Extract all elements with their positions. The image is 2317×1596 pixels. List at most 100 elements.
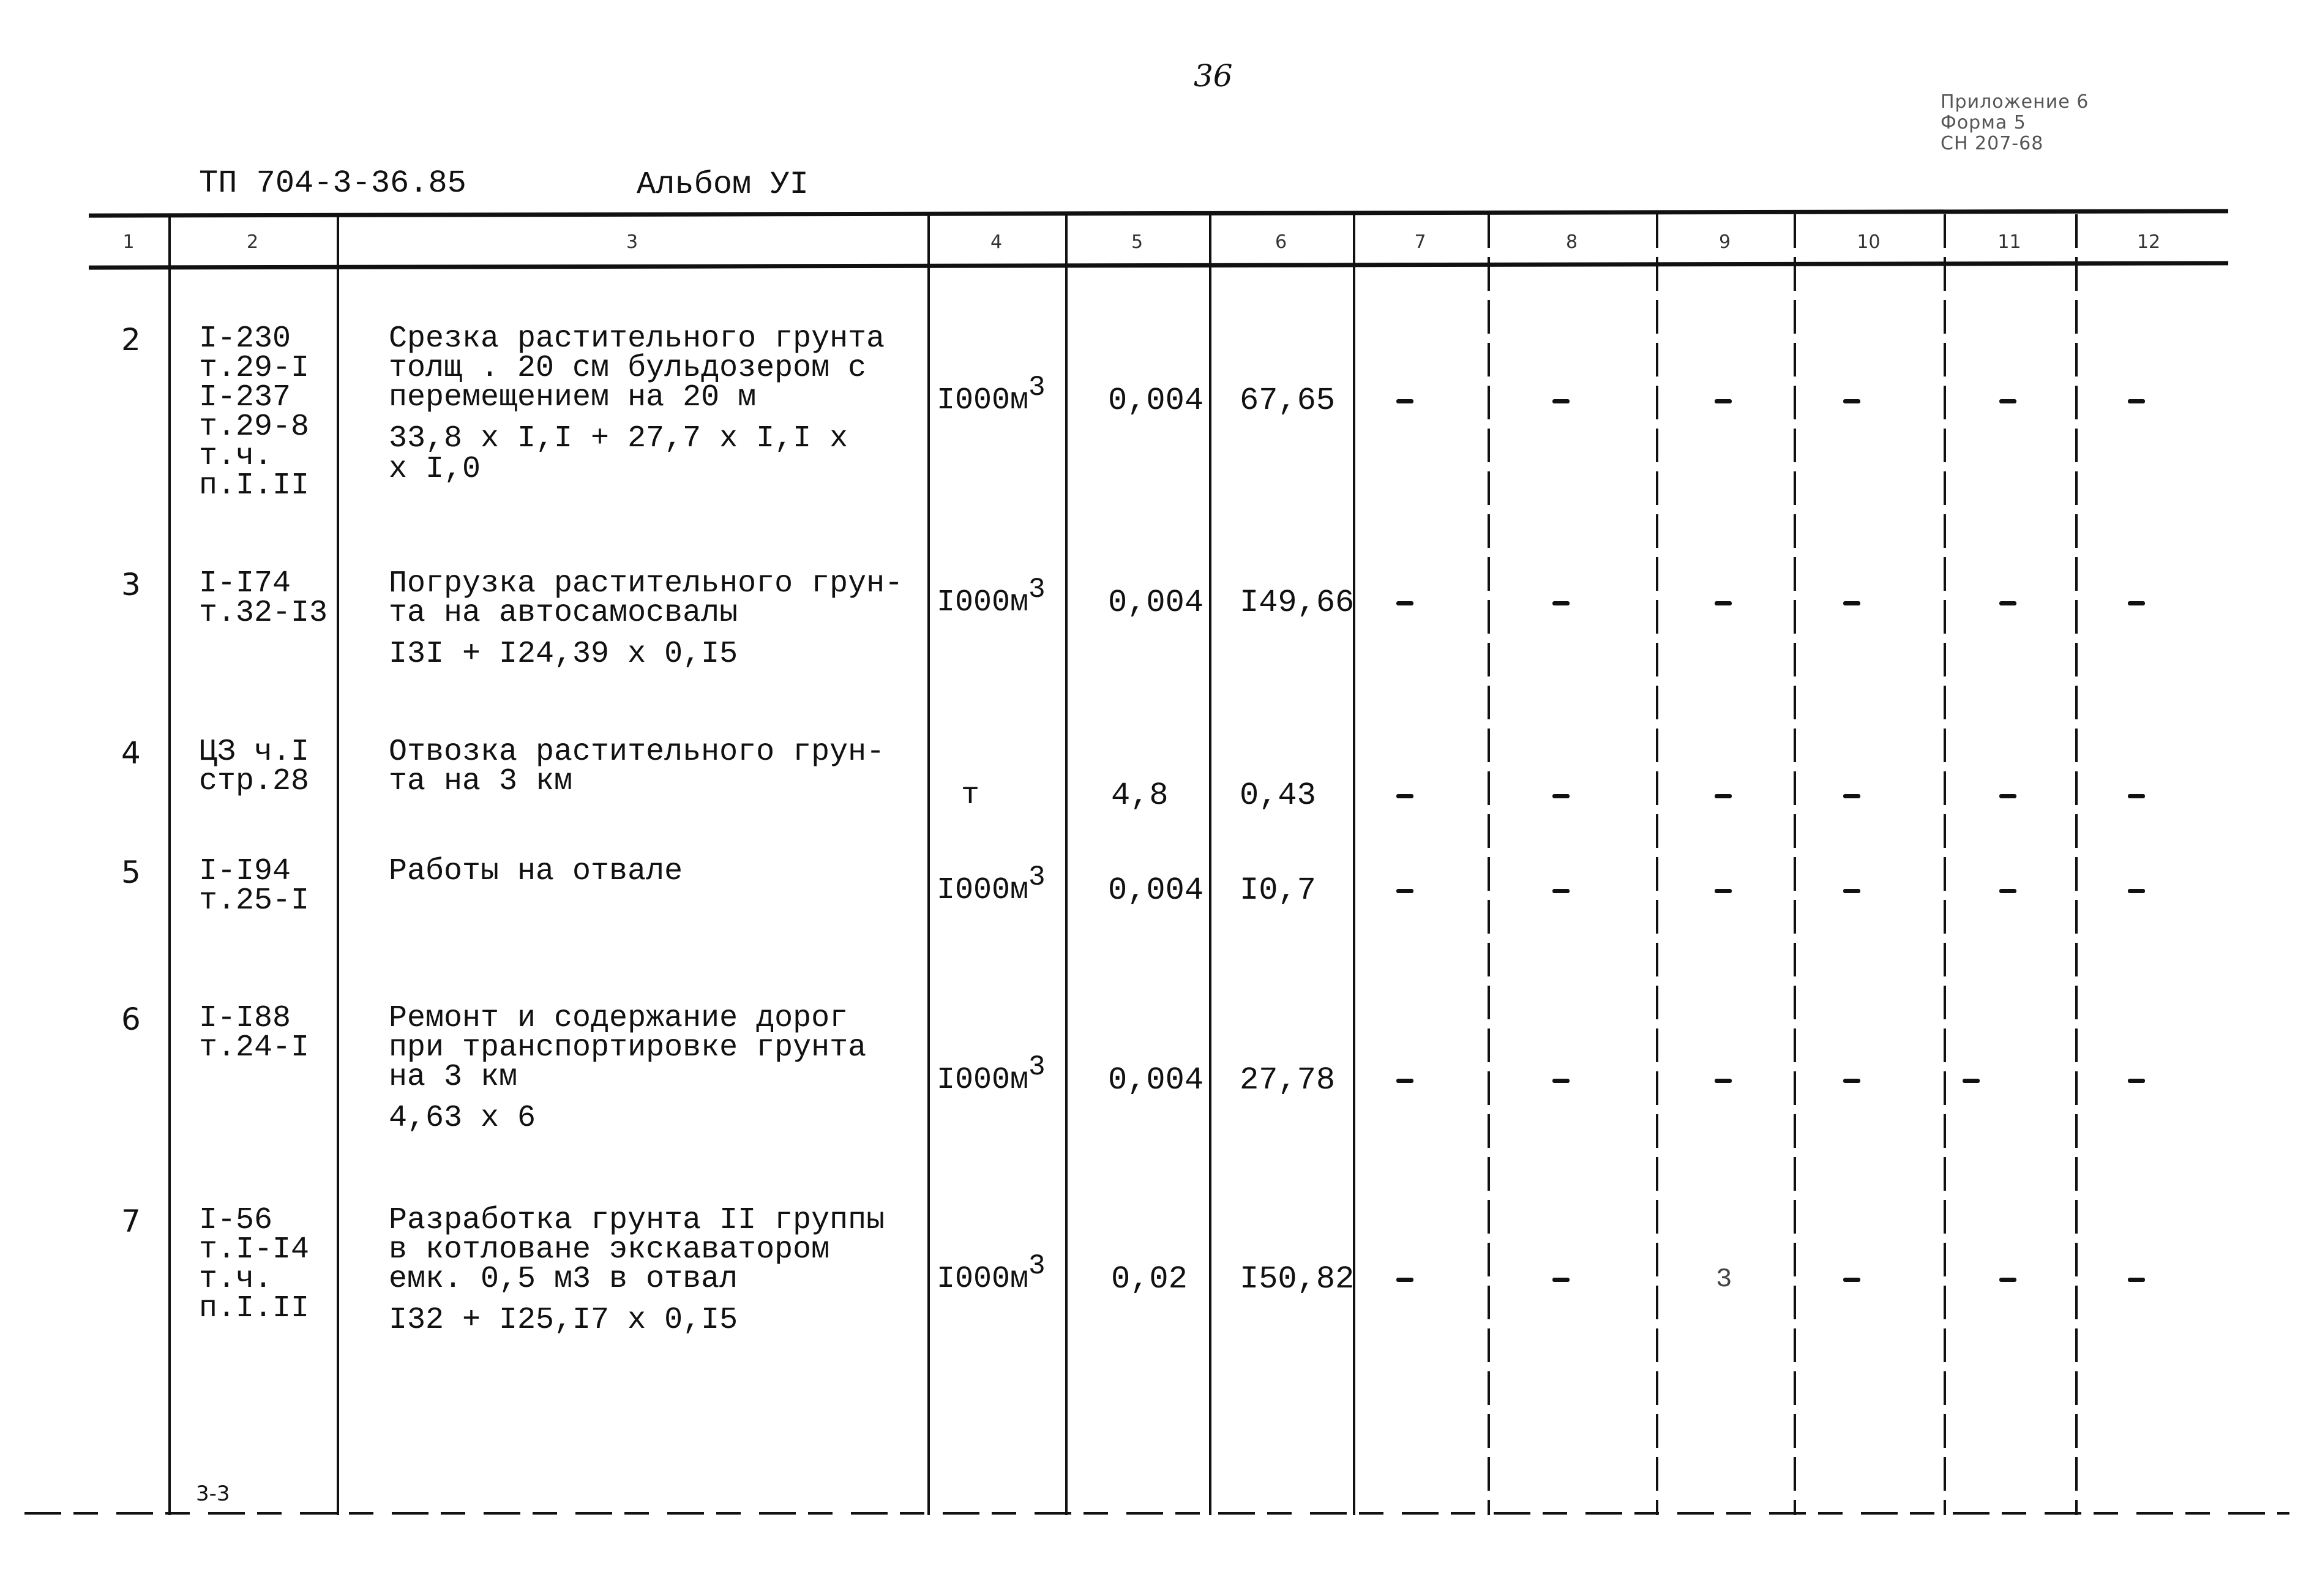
- album-title: Альбом УI: [637, 167, 809, 203]
- empty-dash: [1552, 601, 1570, 605]
- empty-dash: [1999, 601, 2016, 605]
- row-number: 4: [121, 735, 141, 771]
- norm-reference: I-I94 т.25-I: [199, 854, 310, 918]
- row-number: 3: [121, 567, 141, 602]
- cost-value: 67,65: [1240, 383, 1336, 419]
- empty-dash: [1552, 1278, 1570, 1282]
- work-description: Работы на отвале: [389, 854, 683, 889]
- empty-dash: [1396, 794, 1413, 798]
- quantity-value: 0,004: [1108, 383, 1204, 419]
- work-description: Срезка растительного грунта толщ . 20 см…: [389, 321, 885, 415]
- unit-of-measure: I000м3: [937, 575, 1046, 620]
- unit-text: I000м: [937, 585, 1029, 620]
- quantity-value: 0,004: [1108, 585, 1204, 621]
- column-divider: [2075, 214, 2078, 1515]
- corner-note-line: СН 207-68: [1941, 133, 2044, 154]
- empty-dash: [2128, 1079, 2145, 1083]
- document-code: ТП 704-3-36.85: [199, 165, 466, 201]
- column-header: 12: [2136, 231, 2161, 253]
- unit-text: т: [961, 778, 980, 813]
- unit-text: I000м: [937, 383, 1029, 418]
- empty-dash: [1396, 1079, 1413, 1083]
- empty-dash: [1396, 399, 1413, 403]
- empty-dash: [1552, 399, 1570, 403]
- empty-dash: [1963, 1079, 1980, 1083]
- empty-dash: [1843, 1079, 1860, 1083]
- column-header: 8: [1565, 231, 1578, 253]
- corner-note-line: Форма 5: [1941, 112, 2026, 133]
- calculation-formula: 4,63 x 6: [389, 1101, 536, 1136]
- norm-reference: I-I88 т.24-I: [199, 1001, 310, 1065]
- unit-exponent: 3: [1028, 861, 1046, 893]
- header-bottom-border: [88, 261, 2229, 270]
- column-header: 5: [1131, 231, 1144, 253]
- empty-dash: [1715, 794, 1732, 798]
- empty-dash: [2128, 889, 2145, 893]
- quantity-value: 0,004: [1108, 1062, 1204, 1098]
- empty-dash: [1843, 399, 1860, 403]
- cost-value: I0,7: [1240, 872, 1316, 909]
- work-description: Разработка грунта II группы в котловане …: [389, 1203, 885, 1297]
- empty-dash: [1843, 794, 1860, 798]
- empty-dash: [2128, 794, 2145, 798]
- unit-text: I000м: [937, 1063, 1029, 1098]
- unit-exponent: 3: [1028, 574, 1046, 605]
- empty-dash: [1843, 1278, 1860, 1282]
- calculation-formula: 33,8 x I,I + 27,7 x I,I x x I,0: [389, 421, 848, 487]
- empty-dash: [1396, 1278, 1413, 1282]
- footer-code: 3-3: [196, 1482, 230, 1506]
- empty-dash: [2128, 601, 2145, 605]
- column-divider: [1353, 214, 1355, 1515]
- norm-reference: I-56 т.I-I4 т.ч. п.I.II: [199, 1203, 310, 1326]
- cost-value: I50,82: [1240, 1261, 1355, 1297]
- cost-value: 27,78: [1240, 1062, 1336, 1098]
- calculation-formula: I3I + I24,39 x 0,I5: [389, 637, 738, 672]
- column-divider: [1488, 214, 1490, 1515]
- norm-reference: I-230 т.29-I I-237 т.29-8 т.ч. п.I.II: [199, 321, 310, 503]
- empty-dash: [1999, 794, 2016, 798]
- column-header: 9: [1718, 231, 1731, 253]
- column-header: 6: [1275, 231, 1287, 253]
- row-number: 5: [121, 855, 141, 890]
- column-header: 1: [122, 231, 135, 253]
- empty-dash: [1715, 889, 1732, 893]
- unit-of-measure: I000м3: [937, 1053, 1046, 1098]
- norm-reference: ЦЗ ч.I стр.28: [199, 735, 310, 799]
- empty-dash: [1715, 1079, 1732, 1083]
- empty-dash: [1999, 1278, 2016, 1282]
- column-divider: [337, 214, 339, 1515]
- column-divider: [1656, 214, 1658, 1515]
- norm-reference: I-I74 т.32-I3: [199, 566, 328, 631]
- row-number: 2: [121, 322, 141, 358]
- unit-of-measure: I000м3: [937, 863, 1046, 908]
- work-description: Погрузка растительного грун- та на автос…: [389, 566, 904, 631]
- unit-exponent: 3: [1028, 1051, 1046, 1083]
- column-header: 10: [1857, 231, 1881, 253]
- empty-dash: [1396, 889, 1413, 893]
- table-bottom-border: [24, 1512, 2289, 1515]
- row-number: 6: [121, 1002, 141, 1037]
- unit-text: I000м: [937, 873, 1029, 908]
- unit-text: I000м: [937, 1262, 1029, 1297]
- column-value: 3: [1716, 1264, 1732, 1295]
- empty-dash: [1999, 399, 2016, 403]
- column-header: 7: [1414, 231, 1426, 253]
- corner-note: Приложение 6 Форма 5 СН 207-68: [1941, 92, 2089, 154]
- unit-of-measure: I000м3: [937, 1252, 1046, 1297]
- column-header: 4: [990, 231, 1003, 253]
- empty-dash: [2128, 399, 2145, 403]
- empty-dash: [1552, 1079, 1570, 1083]
- empty-dash: [2128, 1278, 2145, 1282]
- work-description: Ремонт и содержание дорог при транспорти…: [389, 1001, 867, 1095]
- column-divider: [927, 214, 930, 1515]
- empty-dash: [1843, 889, 1860, 893]
- unit-of-measure: I000м3: [937, 373, 1046, 418]
- work-description: Отвозка растительного грун- та на 3 км: [389, 735, 885, 799]
- empty-dash: [1552, 794, 1570, 798]
- row-number: 7: [121, 1204, 141, 1239]
- column-divider: [1209, 214, 1211, 1515]
- cost-value: 0,43: [1240, 777, 1316, 814]
- corner-note-line: Приложение 6: [1941, 91, 2089, 113]
- empty-dash: [1396, 601, 1413, 605]
- unit-exponent: 3: [1028, 1250, 1046, 1282]
